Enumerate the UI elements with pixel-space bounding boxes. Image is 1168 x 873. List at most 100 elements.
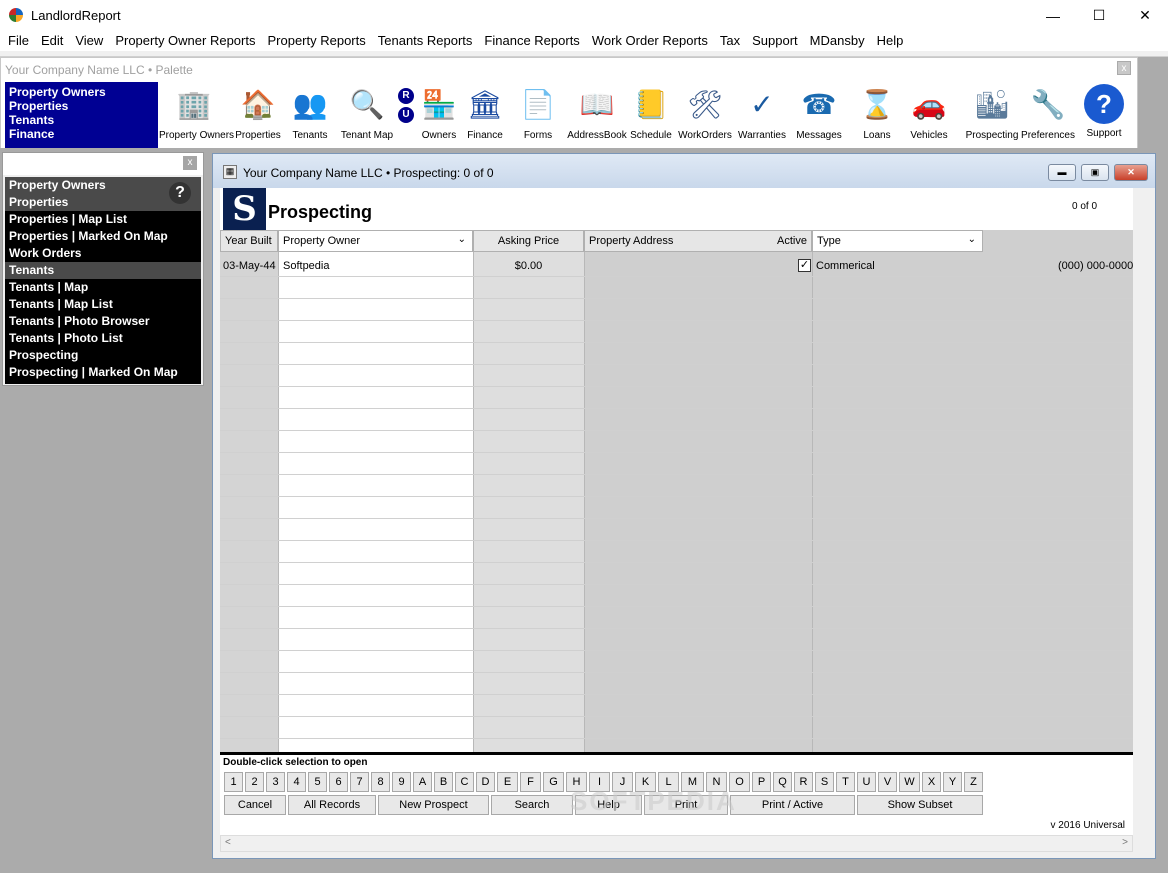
tool-tenants[interactable]: 👥 Tenants (288, 84, 332, 142)
tool-workorders[interactable]: 🛠 WorkOrders (678, 84, 732, 142)
palette-nav-finance[interactable]: Finance (9, 127, 154, 141)
menu-support[interactable]: Support (746, 31, 804, 51)
minimize-button[interactable]: — (1030, 0, 1076, 31)
alpha-button-v[interactable]: V (878, 772, 897, 792)
nav-prospecting[interactable]: Prospecting (5, 347, 201, 364)
header-property-owner[interactable]: Property Owner ⌄ (278, 230, 473, 252)
alpha-button-g[interactable]: G (543, 772, 564, 792)
alpha-button-w[interactable]: W (899, 772, 920, 792)
menu-file[interactable]: File (2, 31, 35, 51)
chevron-down-icon[interactable]: ⌄ (968, 234, 976, 245)
nav-tenants[interactable]: Tenants (5, 262, 201, 279)
alpha-button-y[interactable]: Y (943, 772, 962, 792)
alpha-button-f[interactable]: F (520, 772, 541, 792)
header-year-built[interactable]: Year Built (220, 230, 278, 252)
menu-finance-reports[interactable]: Finance Reports (478, 31, 585, 51)
tool-tenant-map[interactable]: 🔍 Tenant Map (339, 84, 395, 142)
show-subset-button[interactable]: Show Subset (857, 795, 983, 815)
alpha-button-u[interactable]: U (857, 772, 876, 792)
nav-properties-marked-on-map[interactable]: Properties | Marked On Map (5, 228, 201, 245)
alpha-button-z[interactable]: Z (964, 772, 983, 792)
ru-toggle[interactable]: R U (398, 88, 414, 126)
header-asking-price[interactable]: Asking Price (473, 230, 584, 252)
alpha-button-4[interactable]: 4 (287, 772, 306, 792)
cancel-button[interactable]: Cancel (224, 795, 286, 815)
search-button[interactable]: Search (491, 795, 573, 815)
palette-nav-properties[interactable]: Properties (9, 99, 154, 113)
palette-nav-tenants[interactable]: Tenants (9, 113, 154, 127)
nav-tenants-map[interactable]: Tenants | Map (5, 279, 201, 296)
alpha-button-q[interactable]: Q (773, 772, 792, 792)
chevron-down-icon[interactable]: ⌄ (458, 234, 466, 245)
tool-forms[interactable]: 📄 Forms (515, 84, 561, 142)
active-checkbox[interactable]: ✓ (798, 259, 811, 272)
alpha-button-6[interactable]: 6 (329, 772, 348, 792)
scroll-left-icon[interactable]: < (225, 837, 231, 848)
maximize-button[interactable]: ☐ (1076, 0, 1122, 31)
alpha-button-7[interactable]: 7 (350, 772, 369, 792)
nav-tenants-photo-list[interactable]: Tenants | Photo List (5, 330, 201, 347)
tool-finance[interactable]: 🏛 Finance (463, 84, 507, 142)
tool-loans[interactable]: ⌛ Loans (857, 84, 897, 142)
alpha-button-t[interactable]: T (836, 772, 855, 792)
window-close-button[interactable]: ✕ (1114, 164, 1148, 181)
tool-properties[interactable]: 🏠 Properties (233, 84, 283, 142)
all-records-button[interactable]: All Records (288, 795, 376, 815)
alpha-button-c[interactable]: C (455, 772, 474, 792)
header-type[interactable]: Type ⌄ (812, 230, 983, 252)
tool-messages[interactable]: ☎ Messages (793, 84, 845, 142)
alpha-button-3[interactable]: 3 (266, 772, 285, 792)
tool-owners[interactable]: 🏪 Owners (417, 84, 461, 142)
menu-edit[interactable]: Edit (35, 31, 69, 51)
u-badge[interactable]: U (398, 107, 414, 123)
alpha-button-9[interactable]: 9 (392, 772, 411, 792)
nav-tenants-map-list[interactable]: Tenants | Map List (5, 296, 201, 313)
horizontal-scrollbar[interactable]: < > (220, 835, 1133, 852)
scroll-right-icon[interactable]: > (1122, 837, 1128, 848)
menu-tenants-reports[interactable]: Tenants Reports (372, 31, 479, 51)
nav-prospecting-marked-on-map[interactable]: Prospecting | Marked On Map (5, 364, 201, 381)
new-prospect-button[interactable]: New Prospect (378, 795, 489, 815)
tool-vehicles[interactable]: 🚗 Vehicles (905, 84, 953, 142)
menu-help[interactable]: Help (871, 31, 910, 51)
nav-work-orders[interactable]: Work Orders (5, 245, 201, 262)
window-restore-button[interactable]: ▣ (1081, 164, 1109, 181)
r-badge[interactable]: R (398, 88, 414, 104)
alpha-button-5[interactable]: 5 (308, 772, 327, 792)
tool-warranties[interactable]: ✓ Warranties (736, 84, 788, 142)
alpha-button-b[interactable]: B (434, 772, 453, 792)
alpha-button-1[interactable]: 1 (224, 772, 243, 792)
alpha-button-x[interactable]: X (922, 772, 941, 792)
nav-properties-map-list[interactable]: Properties | Map List (5, 211, 201, 228)
tool-prospecting[interactable]: 🏙 Prospecting (965, 84, 1019, 142)
alpha-button-p[interactable]: P (752, 772, 771, 792)
menu-property-reports[interactable]: Property Reports (261, 31, 371, 51)
nav-tenants-photo-browser[interactable]: Tenants | Photo Browser (5, 313, 201, 330)
tool-preferences[interactable]: 🔧 Preferences (1021, 84, 1075, 142)
help-icon[interactable]: ? (169, 182, 191, 204)
menu-user[interactable]: MDansby (804, 31, 871, 51)
menu-property-owner-reports[interactable]: Property Owner Reports (109, 31, 261, 51)
close-button[interactable]: ✕ (1122, 0, 1168, 31)
tool-support[interactable]: ? Support (1077, 84, 1131, 139)
alpha-button-8[interactable]: 8 (371, 772, 390, 792)
tool-schedule[interactable]: 📒 Schedule (627, 84, 675, 142)
menu-work-order-reports[interactable]: Work Order Reports (586, 31, 714, 51)
menu-tax[interactable]: Tax (714, 31, 746, 51)
tool-property-owners[interactable]: 🏢 Property Owners (159, 84, 234, 142)
table-row[interactable]: 03-May-44 Softpedia $0.00 ✓ Commerical (… (220, 254, 1133, 276)
palette-nav-property-owners[interactable]: Property Owners (9, 85, 154, 99)
alpha-button-a[interactable]: A (413, 772, 432, 792)
palette-close-button[interactable]: x (1117, 61, 1131, 75)
alpha-button-2[interactable]: 2 (245, 772, 264, 792)
header-property-address[interactable]: Property Address Active (584, 230, 812, 252)
alpha-button-e[interactable]: E (497, 772, 518, 792)
alpha-button-d[interactable]: D (476, 772, 495, 792)
menu-view[interactable]: View (69, 31, 109, 51)
left-panel-close-button[interactable]: x (183, 156, 197, 170)
alpha-button-r[interactable]: R (794, 772, 813, 792)
print-active-button[interactable]: Print / Active (730, 795, 855, 815)
tool-addressbook[interactable]: 📖 AddressBook (566, 84, 628, 142)
alpha-button-s[interactable]: S (815, 772, 834, 792)
window-minimize-button[interactable]: ▬ (1048, 164, 1076, 181)
